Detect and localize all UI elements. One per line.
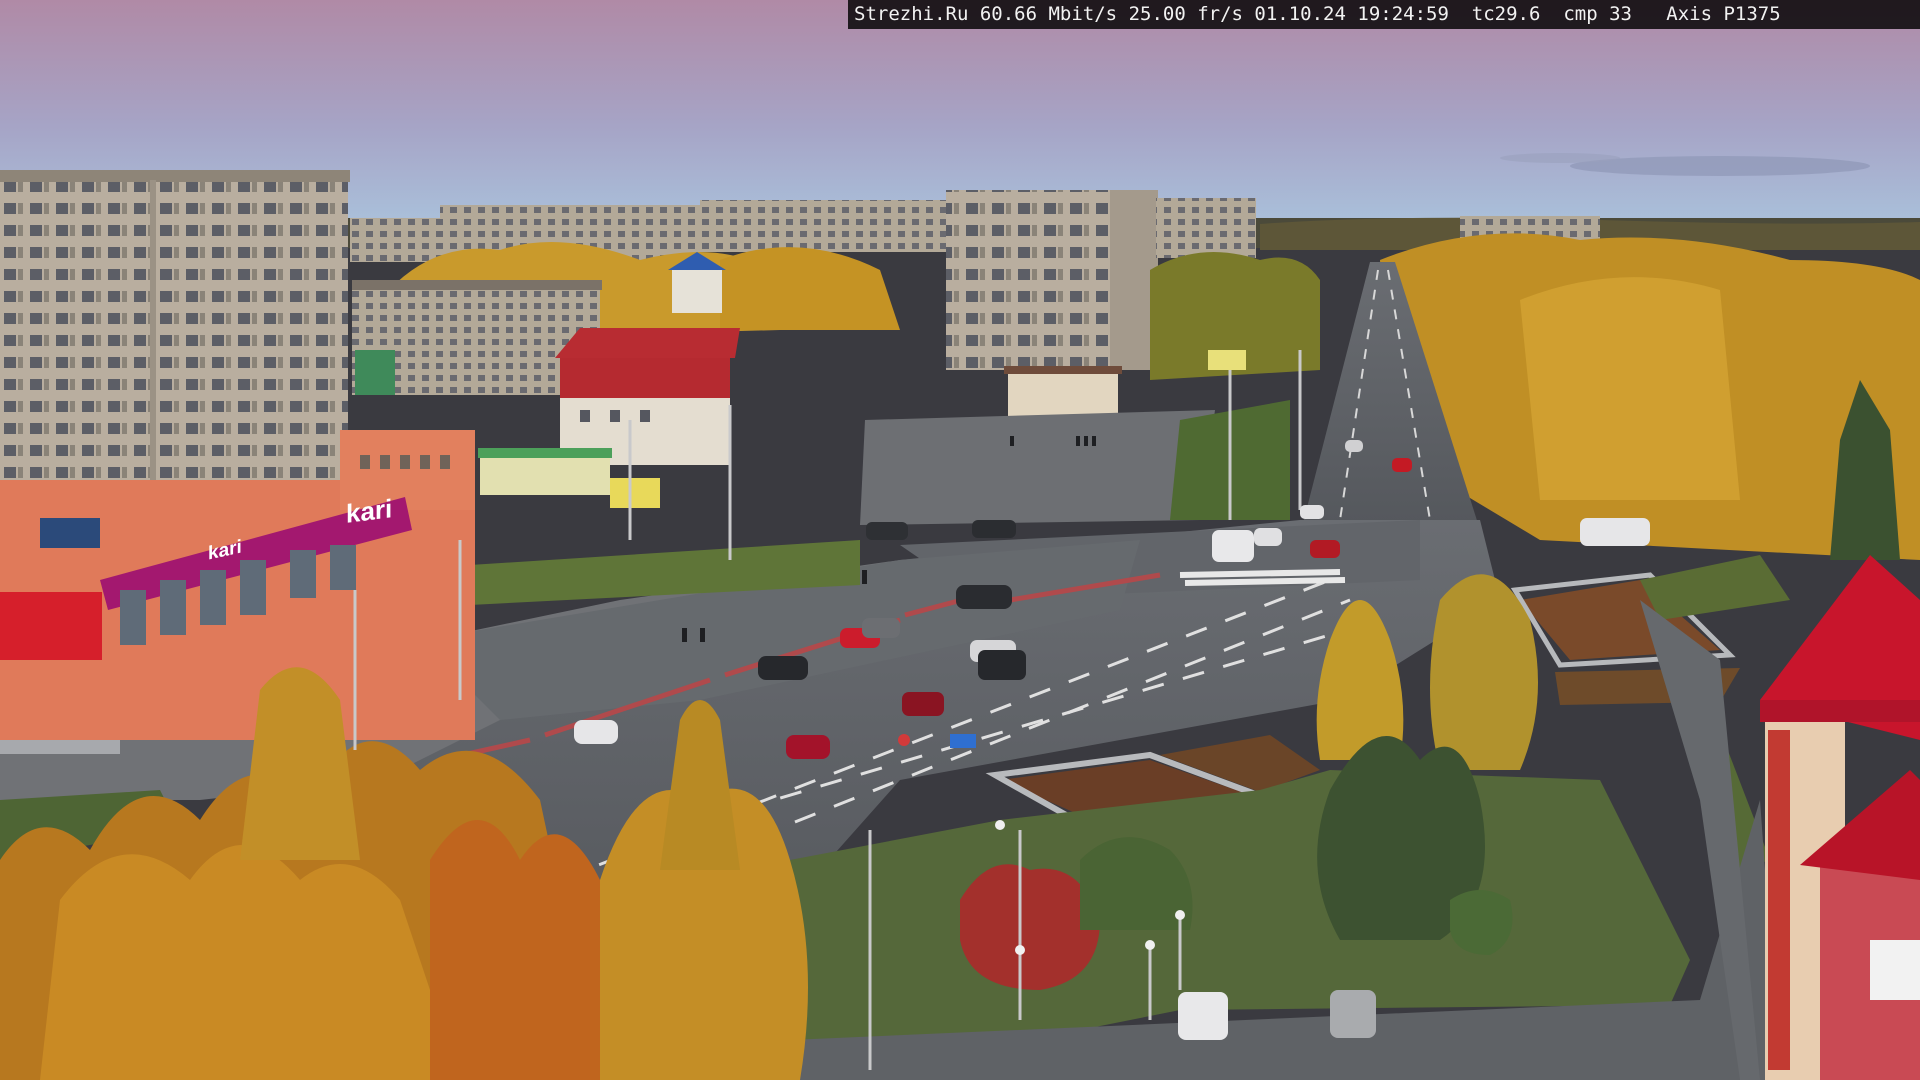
blue-roof-tower — [672, 268, 722, 313]
far-building — [350, 218, 445, 262]
framerate: 25.00 fr/s — [1128, 3, 1243, 25]
webcam-frame: kari kari Strezhi.Ru 60.66 Mbit/s 25.00 … — [0, 0, 1920, 1080]
camera-model: Axis P1375 — [1666, 3, 1781, 25]
bitrate: 60.66 Mbit/s — [979, 3, 1118, 25]
road-sign — [950, 734, 976, 748]
red-bush — [960, 864, 1100, 990]
far-building — [700, 200, 950, 252]
camera-info-overlay: Strezhi.Ru 60.66 Mbit/s 25.00 fr/s 01.10… — [848, 0, 1920, 29]
store-sign-main: kari — [346, 493, 393, 529]
site-name: Strezhi.Ru — [854, 3, 969, 25]
plaza — [860, 410, 1215, 525]
tree-mass — [720, 247, 900, 330]
yellow-billboard — [610, 478, 660, 508]
kiosk — [480, 455, 610, 495]
bush — [1450, 890, 1513, 955]
tc-value: tc29.6 — [1471, 3, 1541, 25]
pavilion — [1008, 372, 1118, 418]
cmp-value: cmp 33 — [1563, 3, 1632, 25]
apartment-block — [0, 175, 348, 515]
date: 01.10.24 — [1254, 3, 1346, 25]
city-street-scene — [0, 0, 1920, 1080]
time: 19:24:59 — [1357, 3, 1449, 25]
